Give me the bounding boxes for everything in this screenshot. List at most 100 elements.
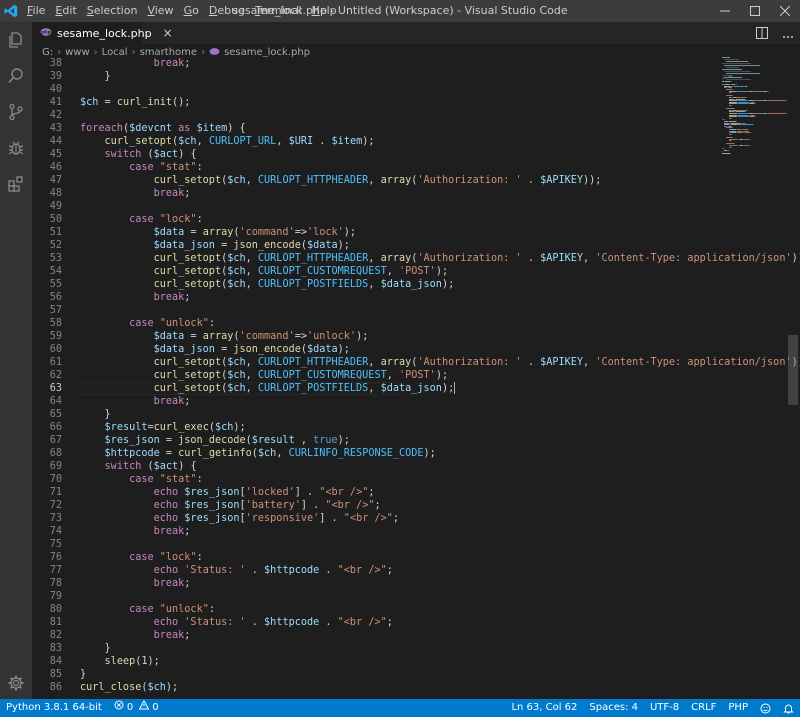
- code-line[interactable]: 66 $result=curl_exec($ch);: [32, 421, 722, 434]
- status-bar: Python 3.8.1 64-bit 0 0 Ln 63, Col 62 Sp…: [0, 699, 800, 717]
- code-line[interactable]: 72 echo $res_json['battery'] . "<br />";: [32, 499, 722, 512]
- source-control-icon[interactable]: [0, 94, 32, 130]
- code-line[interactable]: 50 case "lock":: [32, 213, 722, 226]
- code-line[interactable]: 62 curl_setopt($ch, CURLOPT_CUSTOMREQUES…: [32, 369, 722, 382]
- code-line[interactable]: 71 echo $res_json['locked'] . "<br />";: [32, 486, 722, 499]
- code-line[interactable]: 54 curl_setopt($ch, CURLOPT_CUSTOMREQUES…: [32, 265, 722, 278]
- line-number: 81: [49, 617, 62, 628]
- code-line[interactable]: 83 }: [32, 642, 722, 655]
- code-line[interactable]: 45 switch ($act) {: [32, 148, 722, 161]
- code-line[interactable]: 44 curl_setopt($ch, CURLOPT_URL, $URI . …: [32, 135, 722, 148]
- code-line[interactable]: 77 echo 'Status: ' . $httpcode . "<br />…: [32, 564, 722, 577]
- code-line[interactable]: 52 $data_json = json_encode($data);: [32, 239, 722, 252]
- python-interpreter[interactable]: Python 3.8.1 64-bit: [0, 699, 108, 717]
- line-number: 55: [49, 279, 62, 290]
- menu-selection[interactable]: Selection: [82, 0, 143, 22]
- code-line[interactable]: 73 echo $res_json['responsive'] . "<br /…: [32, 512, 722, 525]
- line-number: 52: [49, 240, 62, 251]
- minimap-line: [767, 90, 769, 92]
- code-line[interactable]: 59 $data = array('command'=>'unlock');: [32, 330, 722, 343]
- code-line[interactable]: 85}: [32, 668, 722, 681]
- minimap-line: [749, 145, 751, 146]
- settings-gear-icon[interactable]: [0, 665, 32, 701]
- vertical-scrollbar[interactable]: [786, 57, 800, 699]
- cursor-position[interactable]: Ln 63, Col 62: [505, 699, 583, 717]
- code-line[interactable]: 63 curl_setopt($ch, CURLOPT_POSTFIELDS, …: [32, 382, 722, 395]
- code-line[interactable]: 74 break;: [32, 525, 722, 538]
- code-line[interactable]: 76 case "lock":: [32, 551, 722, 564]
- code-line[interactable]: 82 break;: [32, 629, 722, 642]
- line-number: 67: [49, 435, 62, 446]
- menu-help[interactable]: Help: [307, 0, 342, 22]
- scrollbar-thumb[interactable]: [788, 335, 798, 405]
- menu-debug[interactable]: Debug: [204, 0, 250, 22]
- code-line[interactable]: 39 }: [32, 70, 722, 83]
- window-controls: [710, 0, 800, 22]
- code-line[interactable]: 58 case "unlock":: [32, 317, 722, 330]
- line-number: 68: [49, 448, 62, 459]
- problems-indicator[interactable]: 0 0: [108, 699, 165, 717]
- minimap-line: [768, 113, 786, 114]
- language-mode[interactable]: PHP: [722, 699, 754, 717]
- line-number: 83: [49, 643, 62, 654]
- code-line[interactable]: 75: [32, 538, 722, 551]
- search-icon[interactable]: [0, 58, 32, 94]
- menu-file[interactable]: File: [22, 0, 50, 22]
- code-line[interactable]: 84 sleep(1);: [32, 655, 722, 668]
- minimap-line: [726, 79, 751, 80]
- files-icon[interactable]: [0, 22, 32, 58]
- line-number: 49: [49, 201, 62, 212]
- code-line[interactable]: 80 case "unlock":: [32, 603, 722, 616]
- more-actions-icon[interactable]: [782, 24, 794, 43]
- code-line[interactable]: 60 $data_json = json_encode($data);: [32, 343, 722, 356]
- code-line[interactable]: 78 break;: [32, 577, 722, 590]
- code-line[interactable]: 64 break;: [32, 395, 722, 408]
- menu-view[interactable]: View: [142, 0, 178, 22]
- code-line[interactable]: 42: [32, 109, 722, 122]
- indentation[interactable]: Spaces: 4: [583, 699, 644, 717]
- code-line[interactable]: 61 curl_setopt($ch, CURLOPT_HTTPHEADER, …: [32, 356, 800, 369]
- code-line[interactable]: 69 switch ($act) {: [32, 460, 722, 473]
- code-line[interactable]: 41 $ch = curl_init();: [32, 96, 722, 109]
- code-line[interactable]: 70 case "stat":: [32, 473, 722, 486]
- extensions-icon[interactable]: [0, 166, 32, 202]
- code-line[interactable]: 43 foreach($devcnt as $item) {: [32, 122, 722, 135]
- minimize-icon[interactable]: [710, 0, 740, 22]
- feedback-icon[interactable]: [754, 703, 777, 714]
- encoding[interactable]: UTF-8: [644, 699, 685, 717]
- code-line[interactable]: 68 $httpcode = curl_getinfo($ch, CURLINF…: [32, 447, 722, 460]
- line-number: 42: [49, 110, 62, 121]
- notifications-icon[interactable]: [777, 703, 800, 714]
- code-text: break;: [153, 292, 191, 303]
- code-line[interactable]: 86 curl_close($ch);: [32, 681, 722, 694]
- code-line[interactable]: 46 case "stat":: [32, 161, 722, 174]
- code-line[interactable]: 53 curl_setopt($ch, CURLOPT_HTTPHEADER, …: [32, 252, 800, 265]
- close-window-icon[interactable]: [770, 0, 800, 22]
- code-line[interactable]: 57: [32, 304, 722, 317]
- tab-sesame-lock-php[interactable]: php sesame_lock.php ×: [32, 22, 173, 44]
- minimap[interactable]: [720, 57, 788, 157]
- code-line[interactable]: 79: [32, 590, 722, 603]
- maximize-icon[interactable]: [740, 0, 770, 22]
- line-number: 45: [49, 149, 62, 160]
- code-line[interactable]: 55 curl_setopt($ch, CURLOPT_POSTFIELDS, …: [32, 278, 722, 291]
- end-of-line[interactable]: CRLF: [685, 699, 722, 717]
- code-line[interactable]: 65 }: [32, 408, 722, 421]
- code-line[interactable]: 56 break;: [32, 291, 722, 304]
- tab-close-icon[interactable]: ×: [163, 26, 173, 40]
- code-line[interactable]: 38 break;: [32, 57, 722, 70]
- code-line[interactable]: 40: [32, 83, 722, 96]
- code-line[interactable]: 81 echo 'Status: ' . $httpcode . "<br />…: [32, 616, 722, 629]
- split-editor-icon[interactable]: [756, 24, 768, 43]
- debug-icon[interactable]: [0, 130, 32, 166]
- code-line[interactable]: 49: [32, 200, 722, 213]
- code-line[interactable]: 67 $res_json = json_decode($result , tru…: [32, 434, 722, 447]
- menu-edit[interactable]: Edit: [50, 0, 81, 22]
- minimap-line: [722, 57, 730, 58]
- menu-terminal[interactable]: Terminal: [250, 0, 307, 22]
- code-editor[interactable]: 38 break; 39 } 40 41 $ch = curl_init(); 42 43 f…: [32, 57, 800, 699]
- code-line[interactable]: 51 $data = array('command'=>'lock');: [32, 226, 722, 239]
- code-line[interactable]: 48 break;: [32, 187, 722, 200]
- code-line[interactable]: 47 curl_setopt($ch, CURLOPT_HTTPHEADER, …: [32, 174, 722, 187]
- menu-go[interactable]: Go: [179, 0, 204, 22]
